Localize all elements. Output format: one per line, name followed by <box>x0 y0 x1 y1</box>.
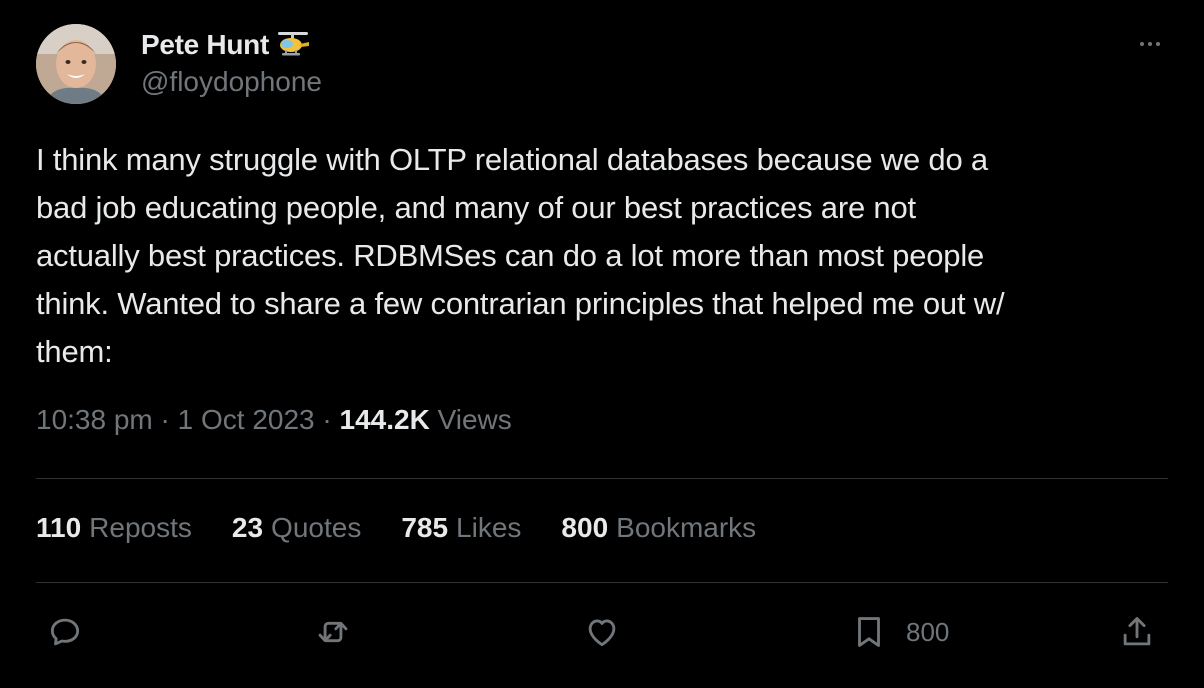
reposts-label: Reposts <box>89 512 192 543</box>
author-display-name[interactable]: Pete Hunt <box>141 29 269 61</box>
more-dots-icon[interactable] <box>1128 34 1172 54</box>
meta-separator: · <box>314 404 340 435</box>
views-count: 144.2K <box>339 404 430 435</box>
stat-reposts[interactable]: 110 Reposts <box>36 512 192 544</box>
repost-icon <box>318 621 348 643</box>
likes-label: Likes <box>456 512 522 543</box>
tweet-card: Pete Hunt @floydophone I think many stru… <box>0 0 1204 688</box>
bookmarks-count: 800 <box>561 512 609 543</box>
bookmarks-label: Bookmarks <box>616 512 757 543</box>
tweet-meta: 10:38 pm · 1 Oct 2023 · 144.2K Views <box>36 404 512 436</box>
tweet-text: I think many struggle with OLTP relation… <box>36 142 1005 369</box>
views-label: Views <box>437 404 512 435</box>
like-button[interactable] <box>583 610 621 654</box>
reply-button[interactable] <box>46 610 84 654</box>
bookmark-button[interactable]: 800 <box>850 610 949 654</box>
divider-bottom <box>36 582 1168 583</box>
stat-bookmarks[interactable]: 800 Bookmarks <box>561 512 756 544</box>
divider-top <box>36 478 1168 479</box>
tweet-date[interactable]: 1 Oct 2023 <box>178 404 315 435</box>
heart-icon <box>588 619 616 647</box>
bookmark-count: 800 <box>906 616 950 647</box>
share-button[interactable] <box>1118 610 1156 654</box>
quotes-count: 23 <box>231 512 264 543</box>
meta-separator: · <box>152 404 178 435</box>
author-name-row: Pete Hunt <box>141 28 311 62</box>
share-icon <box>1123 617 1151 646</box>
likes-count: 785 <box>401 512 449 543</box>
engagement-stats: 110 Reposts 23 Quotes 785 Likes 800 Bookmark… <box>36 512 796 544</box>
author-handle[interactable]: @floydophone <box>141 66 322 98</box>
reposts-count: 110 <box>36 512 82 543</box>
repost-button[interactable] <box>314 610 352 654</box>
bookmark-icon <box>858 617 880 647</box>
stat-quotes[interactable]: 23 Quotes <box>232 512 361 544</box>
avatar[interactable] <box>36 24 116 104</box>
stat-likes[interactable]: 785 Likes <box>401 512 521 544</box>
avatar-photo <box>36 24 116 104</box>
reply-icon <box>50 618 80 646</box>
helicopter-icon <box>275 30 311 60</box>
tweet-time[interactable]: 10:38 pm <box>36 404 153 435</box>
quotes-label: Quotes <box>271 512 362 543</box>
